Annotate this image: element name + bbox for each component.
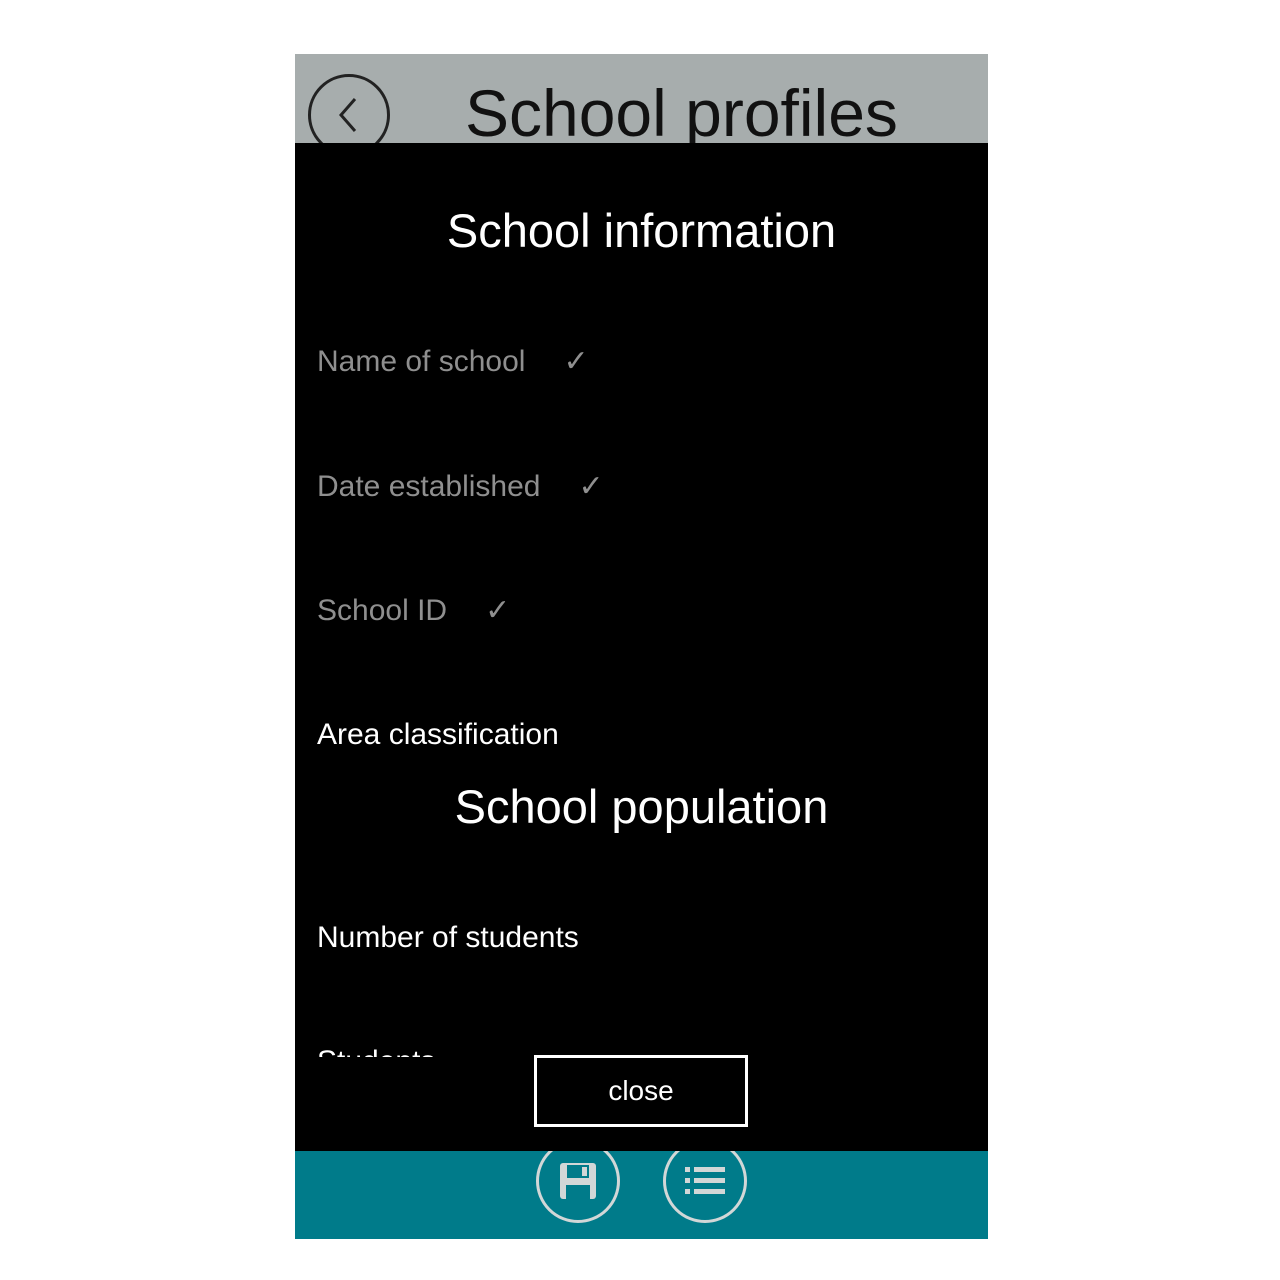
check-icon: ✓: [563, 345, 589, 378]
save-button[interactable]: [536, 1151, 620, 1223]
field-label: Number of students: [317, 921, 579, 954]
field-school-id[interactable]: School ID ✓: [317, 596, 510, 626]
list-button[interactable]: [663, 1151, 747, 1223]
field-name-of-school[interactable]: Name of school ✓: [317, 347, 589, 377]
checklist-modal: School information Name of school ✓ Date …: [295, 143, 988, 1151]
field-label: Date established: [317, 470, 541, 503]
field-area-classification[interactable]: Area classification: [317, 720, 559, 750]
header-bar: School profiles: [295, 54, 988, 143]
section-title-school-information: School information: [446, 204, 837, 257]
app-screen: School profiles School information Name …: [295, 54, 988, 1239]
page-title: School profiles: [465, 76, 898, 143]
field-date-established[interactable]: Date established ✓: [317, 472, 604, 502]
section-title-school-population: School population: [454, 780, 829, 833]
field-label: Area classification: [317, 718, 559, 751]
list-icon: [685, 1167, 725, 1194]
check-icon: ✓: [578, 470, 604, 503]
close-button[interactable]: close: [534, 1055, 748, 1127]
field-label: Name of school: [317, 345, 526, 378]
footer-bar: [295, 1151, 988, 1239]
floppy-disk-icon: [560, 1163, 596, 1199]
chevron-left-icon: [339, 98, 357, 132]
back-button[interactable]: [308, 74, 390, 143]
check-icon: ✓: [485, 594, 511, 627]
clipped-field-row: Students: [317, 1047, 435, 1057]
field-number-of-students[interactable]: Number of students: [317, 923, 579, 953]
field-label: School ID: [317, 594, 448, 627]
